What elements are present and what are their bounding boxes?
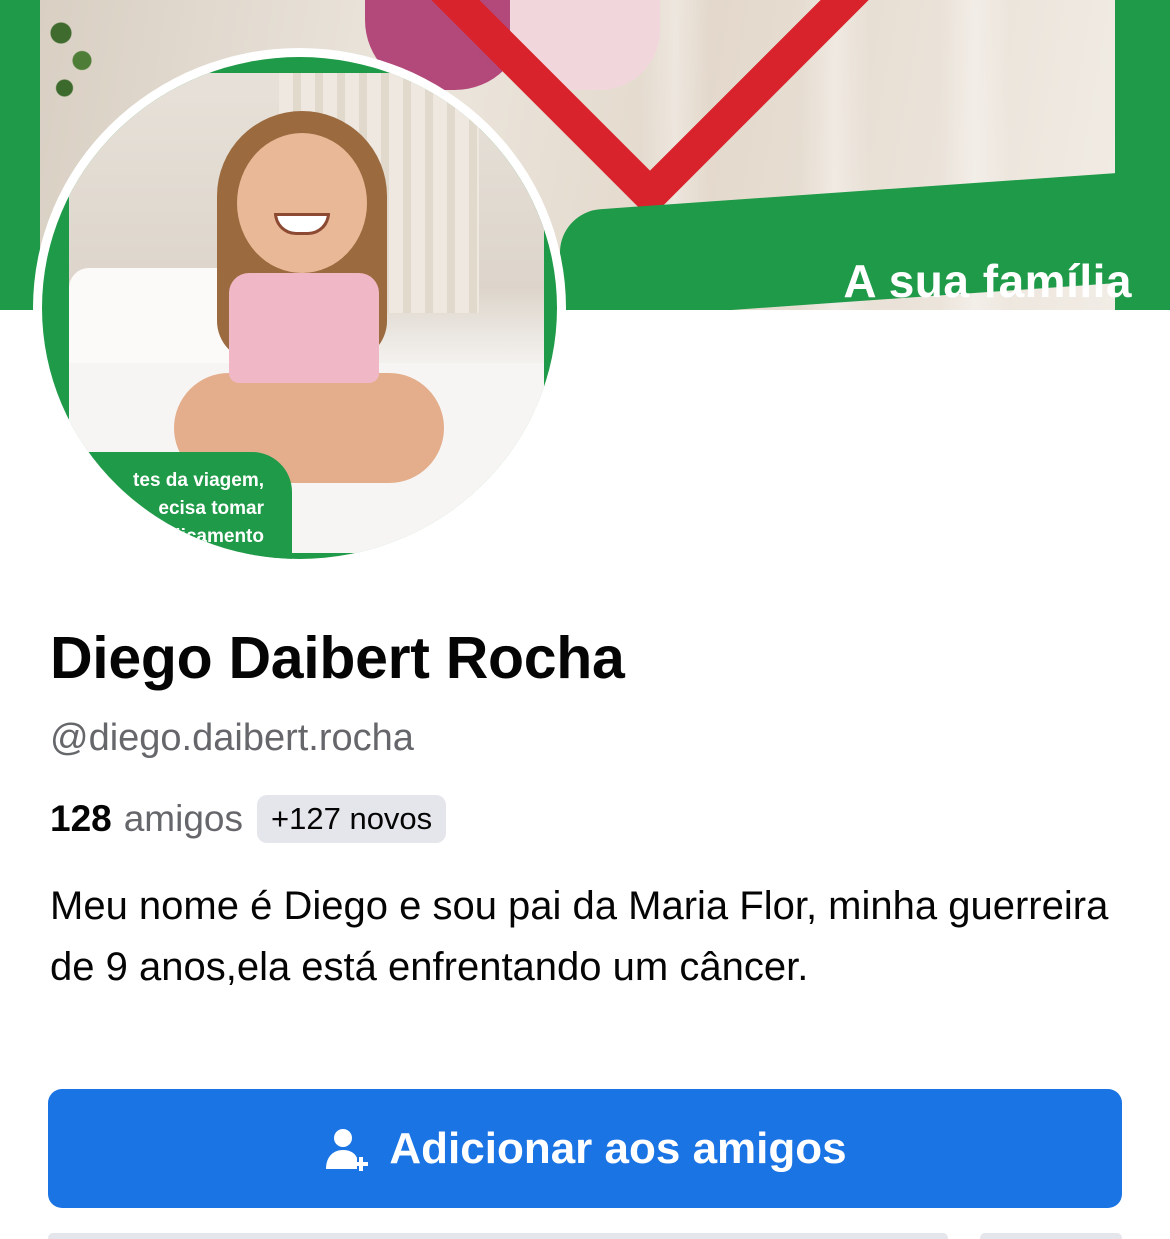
add-person-icon [326,1128,369,1171]
avatar-caption-line: licamento [175,526,264,547]
new-friends-badge: +127 novos [257,795,447,843]
add-friend-button[interactable]: Adicionar aos amigos [48,1089,1122,1208]
profile-name: Diego Daibert Rocha [50,625,625,691]
avatar-caption-line: ecisa tomar [158,498,264,519]
profile-bio: Meu nome é Diego e sou pai da Maria Flor… [50,884,1109,989]
cover-caption: A sua família [843,255,1132,307]
friends-summary[interactable]: 128 amigos +127 novos [50,794,447,844]
profile-picture[interactable]: tes da viagem, ecisa tomar licamento [33,48,566,568]
friends-count: 128 [50,798,112,839]
friends-label: amigos [123,798,244,839]
avatar-caption-line: tes da viagem, [133,470,264,491]
add-friend-label: Adicionar aos amigos [389,1123,847,1173]
profile-page: A sua família tes da viagem, ecisa tomar… [0,0,1170,1239]
more-button-edge[interactable] [980,1233,1122,1239]
avatar-caption: tes da viagem, ecisa tomar licamento [64,467,264,551]
avatar-image: tes da viagem, ecisa tomar licamento [42,57,557,559]
next-button-edge[interactable] [48,1233,948,1239]
profile-handle: @diego.daibert.rocha [50,717,414,759]
